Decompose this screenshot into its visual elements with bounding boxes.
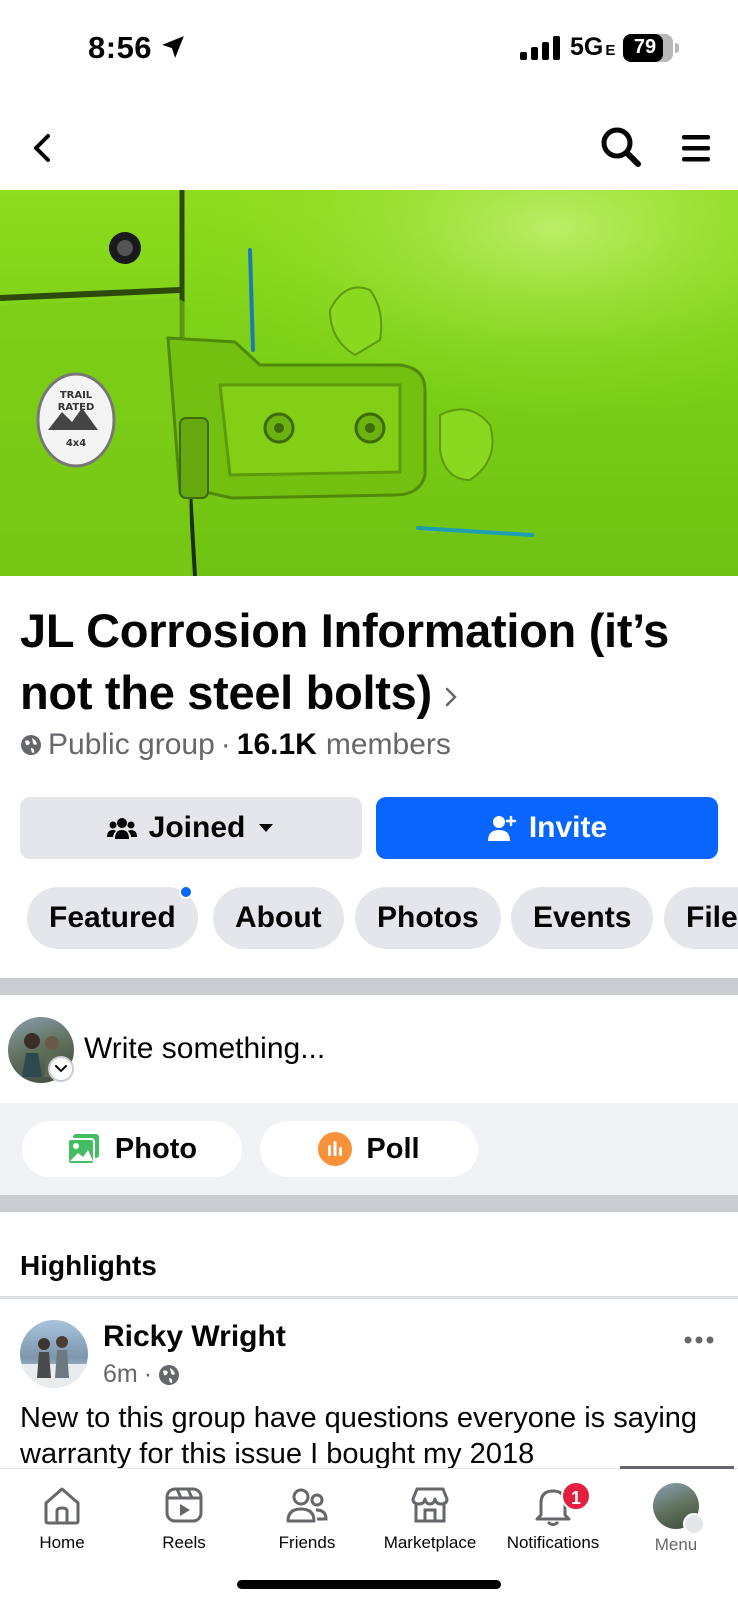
home-indicator (237, 1580, 501, 1589)
status-time: 8:56 (88, 30, 153, 65)
photo-icon (66, 1134, 99, 1165)
post-meta: 6m · (103, 1360, 180, 1389)
profile-switch-button[interactable] (48, 1056, 74, 1082)
nav-reels[interactable]: Reels (122, 1469, 246, 1569)
post-text: New to this group have questions everyon… (20, 1402, 698, 1468)
highlights-heading: Highlights (20, 1250, 157, 1281)
chevron-down-icon (55, 1065, 67, 1073)
write-something-input[interactable]: Write something... (84, 1032, 325, 1066)
invite-button[interactable]: Invite (376, 797, 718, 859)
invite-label: Invite (528, 811, 608, 844)
nav-notifications-label: Notifications (506, 1533, 600, 1552)
badge-text-mid: RATED (58, 402, 95, 413)
nav-menu[interactable]: Menu (614, 1469, 738, 1569)
group-meta: Public group · 16.1K members (20, 728, 451, 762)
status-bar: 8:56 5G E 79 (0, 0, 738, 100)
menu-profile-avatar (653, 1483, 705, 1535)
section-divider (0, 1195, 738, 1212)
group-cover-photo[interactable]: TRAIL RATED 4x4 (0, 190, 738, 576)
more-options-icon[interactable] (684, 1335, 714, 1345)
nav-friends[interactable]: Friends (245, 1469, 369, 1569)
reels-icon (165, 1487, 203, 1523)
nav-notifications[interactable]: 1 Notifications (491, 1469, 615, 1569)
post-author-name[interactable]: Ricky Wright (103, 1320, 286, 1354)
post-avatar-image (20, 1336, 88, 1388)
marketplace-icon (411, 1487, 449, 1523)
group-tabs: Featured About Photos Events Files (27, 887, 738, 949)
signal-strength-icon (520, 36, 560, 60)
tab-featured[interactable]: Featured (27, 887, 198, 949)
group-members-icon (106, 818, 137, 839)
location-arrow-icon (162, 36, 184, 58)
poll-label: Poll (366, 1132, 420, 1165)
battery-icon: 79 (623, 34, 679, 62)
nav-home-label: Home (39, 1533, 85, 1552)
tab-about[interactable]: About (213, 887, 344, 949)
nav-marketplace[interactable]: Marketplace (368, 1469, 492, 1569)
highlights-divider (0, 1296, 738, 1299)
post-author-avatar[interactable] (20, 1320, 88, 1388)
back-button[interactable] (22, 126, 62, 170)
post-time[interactable]: 6m (103, 1360, 138, 1389)
composer-actions: Photo Poll (0, 1103, 738, 1195)
privacy-label: Public group (48, 728, 215, 761)
chevron-left-icon (34, 134, 50, 162)
tab-featured-notification-dot (179, 887, 193, 899)
nav-home[interactable]: Home (0, 1469, 124, 1569)
badge-text-top: TRAIL (60, 390, 93, 401)
active-tab-indicator (620, 1466, 734, 1469)
add-person-icon (487, 815, 517, 841)
tab-events[interactable]: Events (511, 887, 654, 949)
nav-menu-label: Menu (654, 1535, 698, 1554)
tab-files[interactable]: Files (664, 887, 738, 949)
group-title[interactable]: JL Corrosion Information (it’s not the s… (20, 600, 720, 724)
members-label: members (325, 728, 451, 761)
member-count: 16.1K (236, 728, 317, 761)
nav-marketplace-label: Marketplace (383, 1533, 477, 1552)
globe-icon (159, 1364, 180, 1385)
post-meta-separator: · (143, 1360, 153, 1388)
poll-icon (318, 1132, 353, 1166)
battery-percent: 79 (633, 36, 657, 58)
home-icon (44, 1487, 80, 1525)
badge-text-bottom: 4x4 (66, 438, 86, 449)
nav-friends-label: Friends (278, 1533, 336, 1552)
joined-label: Joined (148, 811, 246, 844)
photo-label: Photo (114, 1132, 198, 1165)
cover-image: TRAIL RATED 4x4 (0, 190, 738, 576)
search-button[interactable] (598, 124, 644, 170)
menu-icon (683, 1513, 705, 1535)
nav-reels-label: Reels (162, 1533, 206, 1552)
search-icon (601, 127, 641, 167)
poll-button[interactable]: Poll (260, 1121, 478, 1177)
chevron-right-icon (445, 687, 457, 706)
notification-badge: 1 (561, 1481, 591, 1511)
tab-photos[interactable]: Photos (355, 887, 501, 949)
friends-icon (286, 1488, 328, 1523)
group-title-text: JL Corrosion Information (it’s not the s… (20, 604, 670, 719)
menu-button[interactable] (678, 128, 714, 168)
section-divider (0, 978, 738, 995)
photo-button[interactable]: Photo (22, 1121, 242, 1177)
network-indicator: 5G E (570, 33, 616, 61)
globe-icon (21, 735, 41, 755)
caret-down-icon (259, 824, 274, 832)
meta-separator: · (220, 728, 231, 761)
hamburger-icon (682, 135, 710, 162)
joined-button[interactable]: Joined (20, 797, 362, 859)
nav-header (0, 110, 738, 190)
